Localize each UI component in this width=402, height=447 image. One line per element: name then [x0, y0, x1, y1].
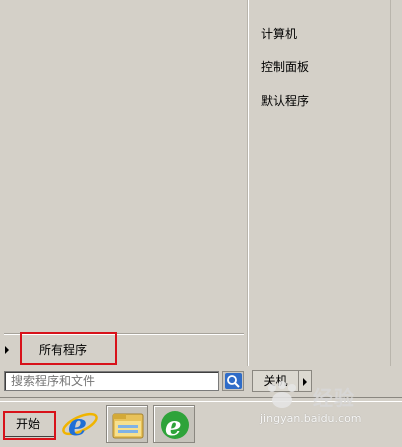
start-menu-left-pane: 所有程序 — [0, 0, 248, 366]
svg-text:e: e — [68, 408, 87, 443]
right-item-control-panel[interactable]: 控制面板 — [261, 59, 309, 75]
green-browser-icon: e — [161, 411, 189, 442]
start-menu-right-pane: 计算机 控制面板 默认程序 — [248, 0, 402, 366]
search-button[interactable] — [222, 371, 244, 391]
right-pane-edge — [390, 0, 391, 366]
taskbar-green-browser-button[interactable]: e — [153, 405, 195, 443]
triangle-right-icon — [303, 378, 307, 386]
shutdown-options-button[interactable] — [298, 370, 312, 392]
search-row: 关机 — [0, 367, 402, 397]
menu-bottom-border — [0, 397, 402, 398]
taskbar-explorer-button[interactable] — [106, 405, 148, 443]
all-programs-item[interactable]: 所有程序 — [0, 337, 247, 363]
start-menu: 所有程序 计算机 控制面板 默认程序 关机 — [0, 0, 402, 401]
all-programs-label: 所有程序 — [39, 343, 88, 357]
magnifier-icon — [225, 373, 242, 389]
all-programs-separator — [4, 333, 244, 335]
svg-text:e: e — [165, 412, 182, 442]
shutdown-button[interactable]: 关机 — [252, 370, 298, 392]
search-input[interactable] — [4, 371, 219, 391]
windows-explorer-icon — [112, 413, 144, 439]
right-item-computer[interactable]: 计算机 — [261, 26, 297, 42]
internet-explorer-icon: e — [62, 408, 98, 443]
triangle-right-icon — [5, 346, 9, 354]
right-item-default-programs[interactable]: 默认程序 — [261, 93, 309, 109]
taskbar: 开始 e e — [0, 401, 402, 447]
start-button[interactable]: 开始 — [3, 411, 55, 437]
taskbar-ie-button[interactable]: e — [59, 405, 101, 443]
